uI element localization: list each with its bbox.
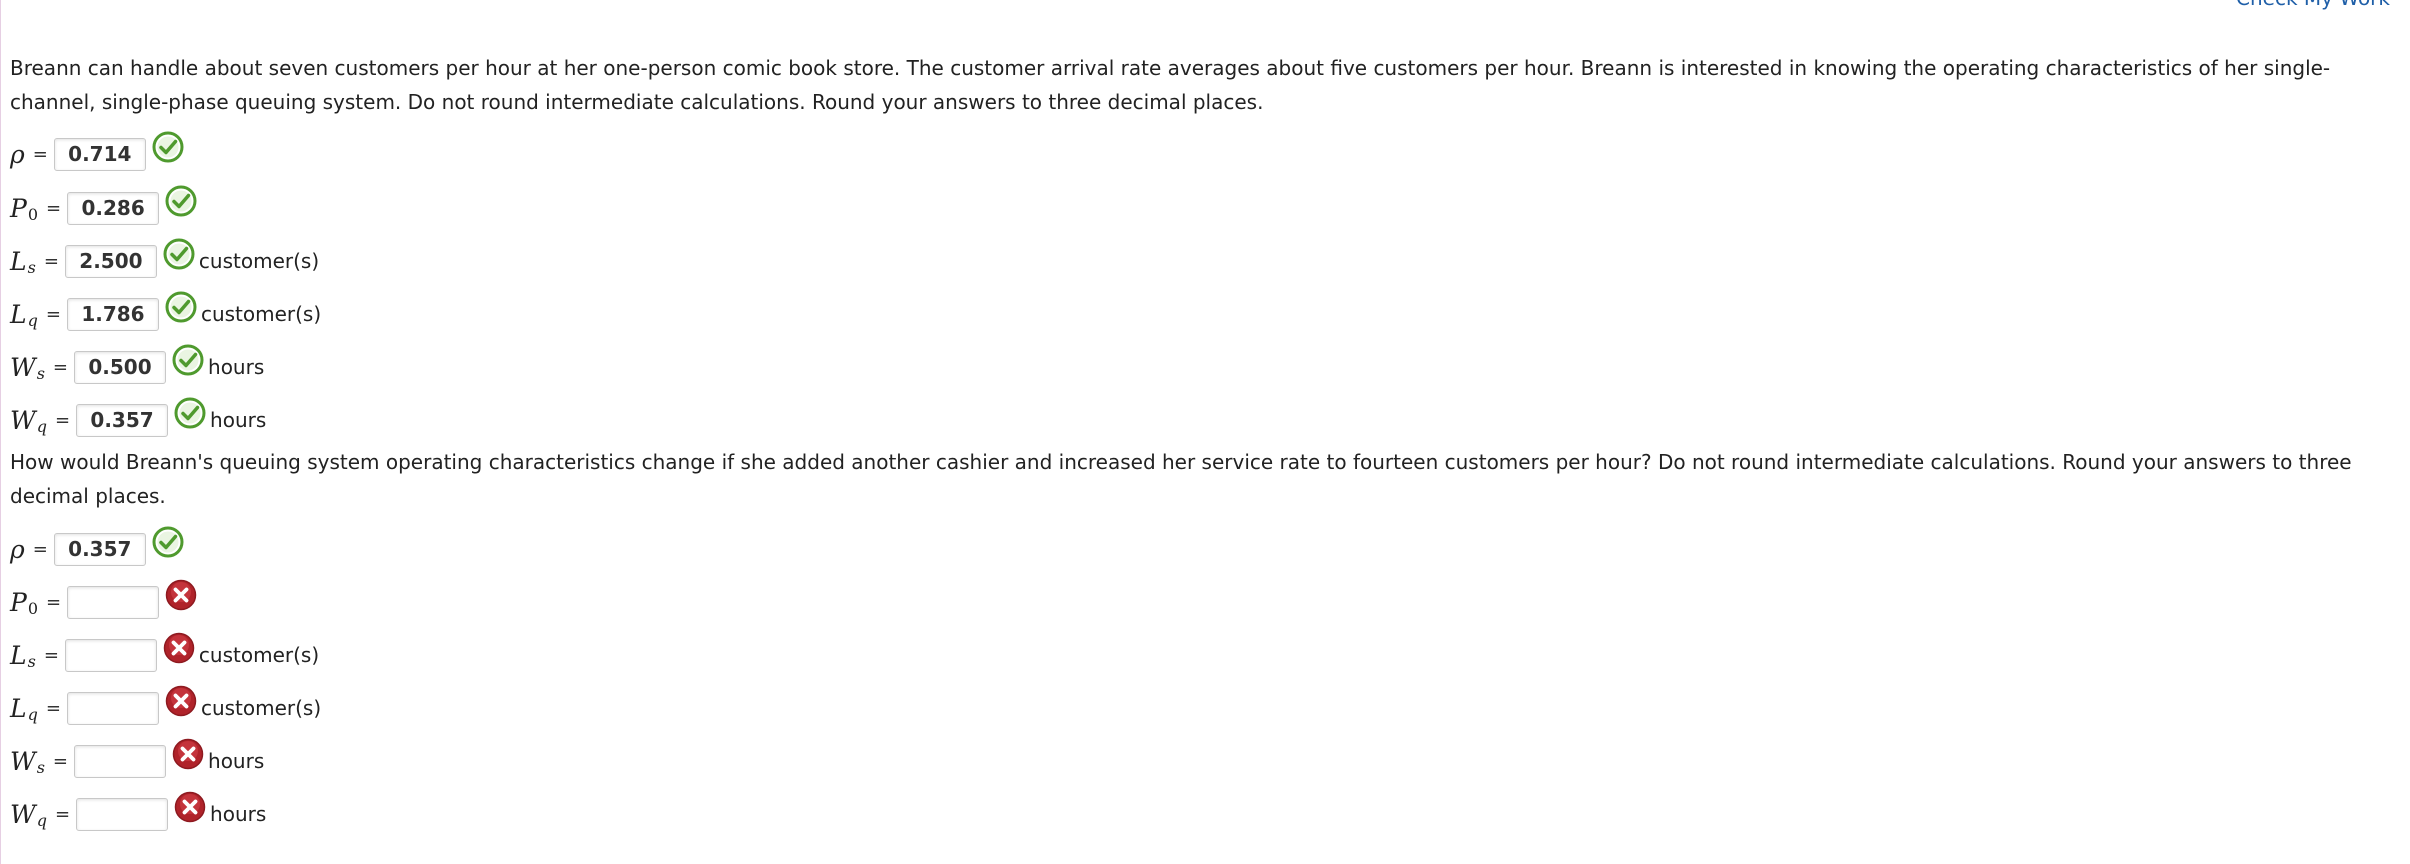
check-circle-icon: [152, 131, 184, 163]
answer-input-lq[interactable]: [66, 691, 159, 725]
answer-row-lq-2: Lq = customer(s): [10, 685, 322, 728]
unit-label: customer(s): [198, 249, 320, 273]
answer-input-wq[interactable]: 0.357: [76, 403, 169, 437]
answer-input-wq[interactable]: [76, 797, 169, 831]
symbol-w: W: [10, 746, 36, 776]
answer-row-p0-1: P0 = 0.286: [10, 185, 197, 228]
x-circle-icon: [174, 791, 206, 823]
question-part1: Breann can handle about seven customers …: [10, 56, 2331, 114]
answer-input-rho[interactable]: 0.714: [53, 137, 146, 171]
symbol-w: W: [10, 405, 36, 435]
symbol-p: P: [10, 587, 27, 617]
answer-row-p0-2: P0 =: [10, 579, 197, 622]
answer-row-rho-1: ρ = 0.714: [10, 131, 184, 174]
x-circle-icon: [172, 738, 204, 770]
x-circle-icon: [163, 632, 195, 664]
symbol-rho: ρ: [10, 139, 25, 169]
answer-input-rho[interactable]: 0.357: [53, 532, 146, 566]
symbol-rho: ρ: [10, 534, 25, 564]
answer-row-wq-2: Wq = hours: [10, 791, 267, 834]
answer-row-wq-1: Wq = 0.357 hours: [10, 397, 267, 440]
unit-label: hours: [210, 802, 267, 826]
symbol-l: L: [10, 640, 27, 670]
unit-label: customer(s): [200, 696, 322, 720]
page-left-border: [0, 0, 1, 864]
answer-row-ls-1: Ls = 2.500 customer(s): [10, 238, 320, 281]
question-part2: How would Breann's queuing system operat…: [10, 450, 2352, 508]
symbol-w: W: [10, 799, 36, 829]
symbol-l: L: [10, 693, 27, 723]
unit-label: hours: [210, 408, 267, 432]
symbol-l: L: [10, 299, 27, 329]
answer-input-p0[interactable]: 0.286: [67, 191, 160, 225]
answer-input-ws[interactable]: [74, 744, 167, 778]
check-circle-icon: [172, 344, 204, 376]
answer-input-ws[interactable]: 0.500: [74, 350, 167, 384]
answer-input-lq[interactable]: 1.786: [66, 297, 159, 331]
unit-label: customer(s): [198, 643, 320, 667]
check-circle-icon: [163, 238, 195, 270]
unit-label: hours: [208, 749, 265, 773]
answer-row-ws-2: Ws = hours: [10, 738, 265, 781]
answer-row-ws-1: Ws = 0.500 hours: [10, 344, 265, 387]
check-circle-icon: [174, 397, 206, 429]
check-circle-icon: [165, 185, 197, 217]
answer-row-lq-1: Lq = 1.786 customer(s): [10, 291, 322, 334]
x-circle-icon: [165, 685, 197, 717]
unit-label: hours: [208, 355, 265, 379]
answer-input-ls[interactable]: [64, 638, 157, 672]
symbol-w: W: [10, 352, 36, 382]
unit-label: customer(s): [200, 302, 322, 326]
check-circle-icon: [165, 291, 197, 323]
symbol-p: P: [10, 193, 27, 223]
answer-row-ls-2: Ls = customer(s): [10, 632, 320, 675]
answer-input-ls[interactable]: 2.500: [64, 244, 157, 278]
check-my-work-link[interactable]: Check My Work: [2236, 0, 2390, 10]
x-circle-icon: [165, 579, 197, 611]
check-circle-icon: [152, 526, 184, 558]
symbol-l: L: [10, 246, 27, 276]
answer-input-p0[interactable]: [67, 585, 160, 619]
answer-row-rho-2: ρ = 0.357: [10, 526, 184, 569]
